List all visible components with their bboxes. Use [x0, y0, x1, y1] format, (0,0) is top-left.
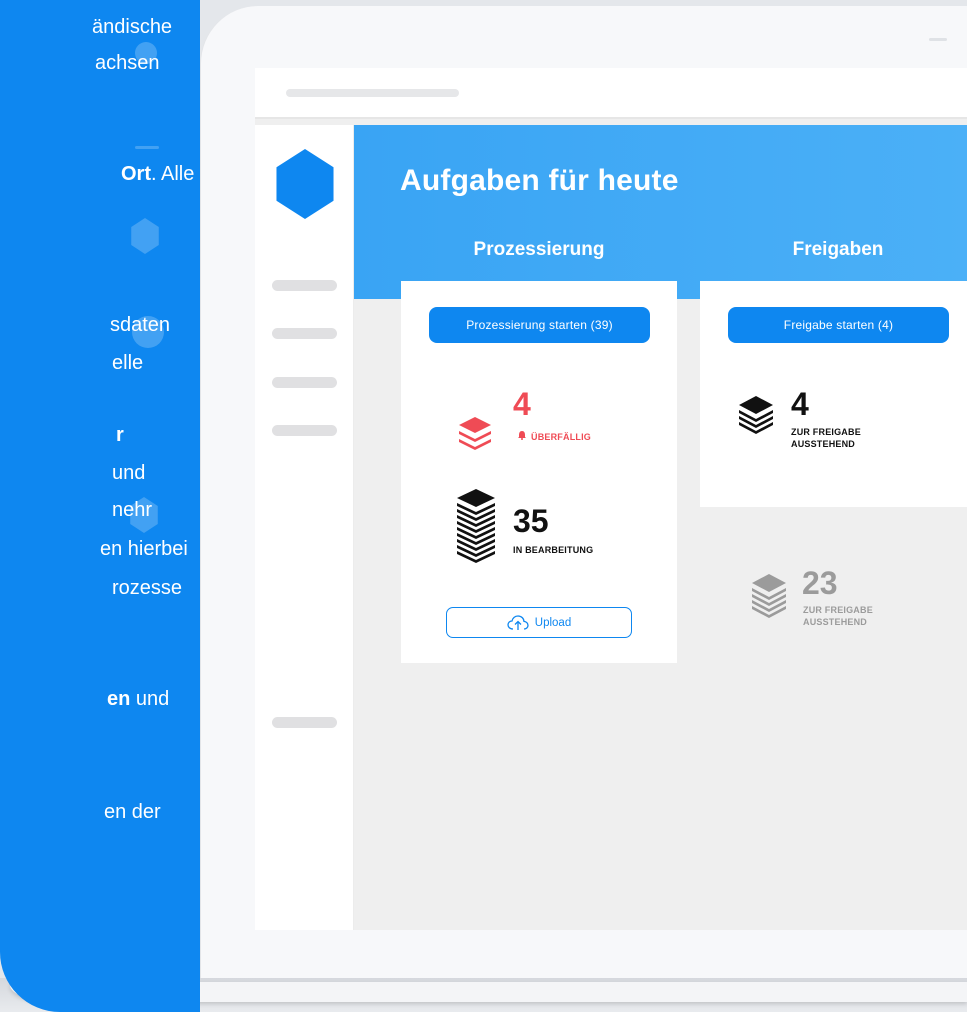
- processing-card: Prozessierung starten (39) 4 ÜBERFÄLLIG: [401, 281, 677, 663]
- upload-button-label: Upload: [534, 616, 572, 629]
- column-heading-processing: Prozessierung: [473, 239, 605, 260]
- sidebar-nav-item[interactable]: [272, 425, 337, 436]
- panel-text-line: en hierbei: [100, 538, 188, 560]
- in-progress-count: 35: [513, 503, 549, 539]
- layers-icon: [752, 574, 786, 618]
- logo-hexagon-icon[interactable]: [276, 149, 334, 219]
- panel-text-line: en der: [104, 801, 161, 823]
- panel-text-line: elle: [112, 352, 144, 374]
- upload-button[interactable]: Upload: [446, 607, 632, 638]
- decor-circle: [132, 316, 164, 348]
- stack-icon: [457, 489, 495, 563]
- sidebar-nav-item[interactable]: [272, 717, 337, 728]
- panel-text-line: und: [112, 462, 146, 484]
- panel-text-line: rozesse: [112, 577, 183, 599]
- cloud-upload-icon: [507, 614, 529, 630]
- marketing-panel: ändische achsen Ort. Alle sdaten elle r …: [0, 0, 200, 1012]
- layers-icon: [459, 417, 491, 450]
- address-bar-placeholder[interactable]: [286, 89, 459, 97]
- laptop-camera: [929, 38, 947, 41]
- pending-approval-count: 4: [791, 386, 809, 422]
- decor-hexagon: [131, 218, 159, 254]
- panel-text-line: ändische: [92, 16, 173, 38]
- queued-approval-label: ZUR FREIGABE AUSSTEHEND: [803, 605, 873, 627]
- column-heading-approvals: Freigaben: [792, 239, 884, 260]
- browser-topbar: [255, 68, 967, 119]
- overdue-label: ÜBERFÄLLIG: [531, 432, 591, 442]
- sidebar-nav-item[interactable]: [272, 280, 337, 291]
- in-progress-label: IN BEARBEITUNG: [513, 545, 594, 555]
- panel-text-line: Ort. Alle: [121, 163, 195, 185]
- start-processing-button[interactable]: Prozessierung starten (39): [429, 307, 650, 343]
- sidebar-nav-item[interactable]: [272, 328, 337, 339]
- start-approval-button[interactable]: Freigabe starten (4): [728, 307, 949, 343]
- layers-icon: [739, 396, 773, 434]
- panel-text-line: en und: [107, 688, 170, 710]
- bell-icon: [518, 431, 526, 440]
- decor-dash: [135, 146, 159, 149]
- decor-circle: [135, 42, 157, 64]
- sidebar-nav-item[interactable]: [272, 377, 337, 388]
- pending-approval-label: ZUR FREIGABE AUSSTEHEND: [791, 427, 861, 449]
- sidebar: [255, 125, 354, 930]
- tasks-header: Aufgaben für heute Prozessierung Freigab…: [354, 125, 967, 299]
- app-screen: Aufgaben für heute Prozessierung Freigab…: [255, 68, 967, 930]
- approvals-card: Freigabe starten (4) 4 ZUR FREIGABE AUSS…: [700, 281, 967, 507]
- panel-text-line: r: [116, 424, 124, 446]
- overdue-count: 4: [513, 386, 531, 422]
- page-title: Aufgaben für heute: [400, 164, 679, 197]
- queued-approval-count: 23: [802, 565, 838, 601]
